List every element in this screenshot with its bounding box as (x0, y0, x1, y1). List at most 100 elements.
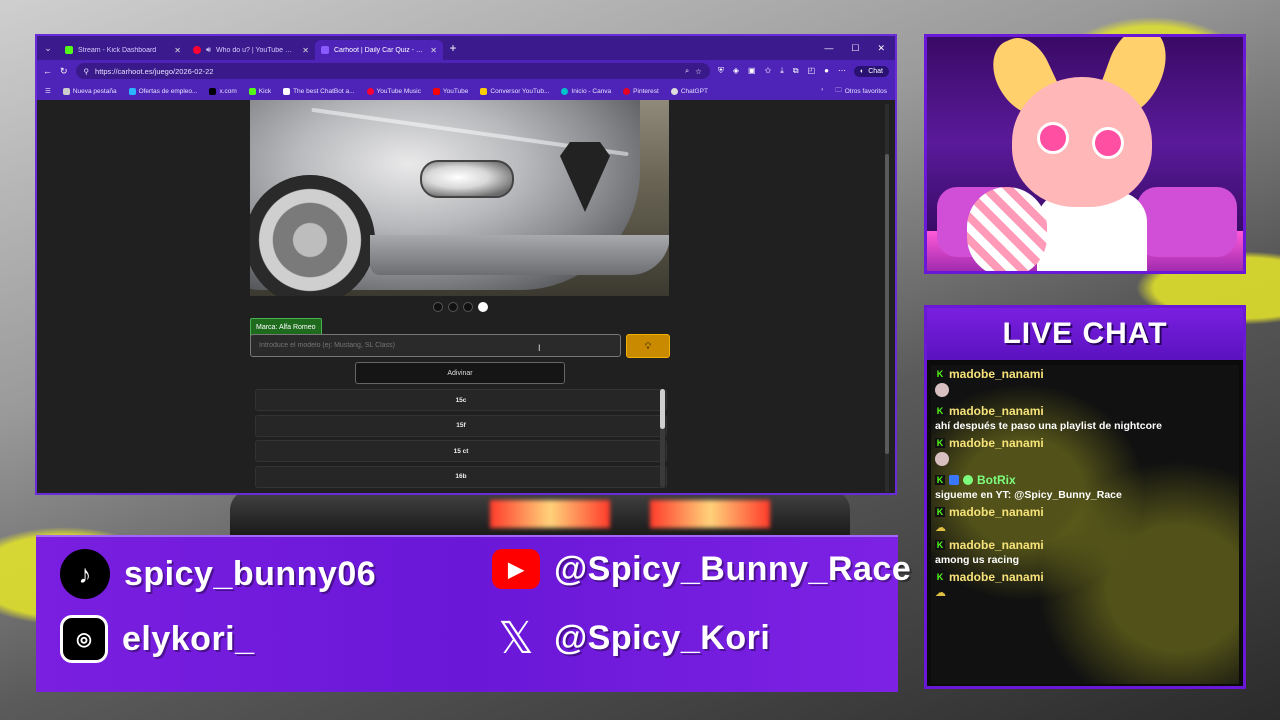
url-box[interactable]: ⚲ https://carhoot.es/juego/2026-02-22 ⌕ … (75, 63, 710, 79)
username-text: madobe_nanami (949, 570, 1044, 584)
page-scrollbar[interactable] (885, 104, 889, 492)
avatar-eye (1092, 127, 1124, 159)
chat-username: Kmadobe_nanami (935, 505, 1235, 519)
screenshot-icon[interactable]: ◰ (808, 66, 816, 76)
download-icon[interactable]: ⤓ (780, 66, 784, 76)
suggestion-item[interactable]: 15f (255, 414, 667, 437)
bookmark-item[interactable]: x.com (209, 87, 237, 95)
converter-icon (480, 87, 488, 95)
bookmark-item[interactable]: Conversor YouTub... (480, 87, 550, 95)
extension-icons: ⛨ ◈ ▣ ✩ ⤓ ⧉ ◰ ● ⋯ (718, 66, 846, 76)
avatar-eye (1037, 122, 1069, 154)
more-icon[interactable]: ⋯ (838, 66, 846, 76)
tiktok-handle: ♪ spicy_bunny06 (60, 549, 376, 599)
new-tab-button[interactable]: + (443, 41, 463, 55)
vtuber-avatar-panel (924, 34, 1246, 274)
bookmark-label: Conversor YouTub... (490, 87, 550, 95)
kick-icon: K (935, 507, 945, 517)
favorites-icon[interactable]: ✩ (765, 66, 772, 76)
bookmark-item[interactable]: Ofertas de empleo... (128, 87, 197, 95)
x-text: @Spicy_Kori (554, 618, 771, 657)
chat-message: Kmadobe_nanami among us racing (931, 536, 1239, 568)
bookmark-item[interactable]: Inicio - Canva (561, 87, 611, 95)
suggestion-list: 15c 15f 15 ct 16b (255, 389, 667, 489)
suggestion-item[interactable]: 15 ct (255, 440, 667, 462)
guess-button[interactable]: Adivinar (355, 362, 565, 384)
chat-title: LIVE CHAT (927, 308, 1243, 360)
reload-icon[interactable]: ↻ (60, 66, 68, 77)
tail-light (490, 500, 610, 528)
star-icon[interactable]: ☆ (695, 67, 702, 76)
bookmark-item[interactable]: YouTube Music (366, 87, 421, 95)
username-text: madobe_nanami (949, 505, 1044, 519)
bookmark-label: Nueva pestaña (72, 87, 117, 95)
photo-dot[interactable] (448, 302, 458, 312)
tail-light (650, 500, 770, 528)
close-icon[interactable]: ✕ (430, 46, 437, 55)
kick-icon: K (935, 475, 945, 485)
avatar-emote-icon (935, 383, 949, 397)
scroll-thumb[interactable] (660, 389, 665, 429)
chat-username: Kmadobe_nanami (935, 538, 1235, 552)
bookmark-item[interactable]: ChatGPT (670, 87, 708, 95)
x-handle: 𝕏 @Spicy_Kori (492, 613, 770, 663)
avatar-arm (967, 187, 1047, 271)
suggestion-item[interactable]: 15c (255, 389, 667, 411)
photo-dot[interactable] (463, 302, 473, 312)
suggestion-scrollbar[interactable] (660, 389, 665, 487)
profile-avatar[interactable]: ● (824, 66, 829, 76)
model-input[interactable] (250, 334, 621, 357)
close-window-icon[interactable]: ✕ (877, 43, 885, 54)
tab-carhoot[interactable]: Carhoot | Daily Car Quiz - Guess th ✕ (315, 40, 443, 60)
chat-message: Kmadobe_nanami (931, 434, 1239, 471)
site-info-icon[interactable]: ⚲ (84, 67, 90, 76)
kick-icon (248, 87, 256, 95)
maximize-icon[interactable]: ☐ (851, 43, 859, 54)
photo-dot[interactable] (433, 302, 443, 312)
car-headlight (420, 160, 514, 198)
chat-message: Kmadobe_nanami ahí después te paso una p… (931, 402, 1239, 434)
close-icon[interactable]: ✕ (302, 46, 309, 55)
speaker-icon[interactable]: 🔊︎ (206, 45, 211, 55)
bookmark-label: YouTube (442, 87, 469, 95)
copilot-chat-button[interactable]: ◐ Chat (853, 65, 889, 77)
extension-icon[interactable]: ◈ (733, 66, 739, 76)
back-icon[interactable]: ← (43, 66, 52, 76)
scroll-thumb[interactable] (885, 154, 889, 454)
bookmark-item[interactable]: Kick (248, 87, 271, 95)
other-favorites[interactable]: 🗀︎ Otros favoritos (835, 86, 887, 97)
bookmark-item[interactable]: Nueva pestaña (62, 87, 117, 95)
split-icon[interactable]: ▣ (748, 66, 756, 76)
tab-list-chevron-icon[interactable]: ⌄ (37, 43, 59, 54)
hint-button[interactable]: 💡︎ (626, 334, 670, 358)
collections-icon[interactable]: ⧉ (793, 66, 799, 76)
kick-icon: K (935, 438, 945, 448)
bookmark-item[interactable]: YouTube (432, 87, 469, 95)
chevron-right-icon[interactable]: › (821, 86, 823, 97)
bookmark-item[interactable]: Pinterest (623, 87, 659, 95)
close-icon[interactable]: ✕ (174, 46, 181, 55)
avatar-emote-icon (935, 452, 949, 466)
bookmarks-menu-icon[interactable]: ☰ (45, 87, 51, 95)
minimize-icon[interactable]: — (824, 43, 833, 54)
photo-pagination (433, 302, 488, 312)
username-text: BotRix (977, 473, 1016, 487)
username-text: madobe_nanami (949, 404, 1044, 418)
photo-dot-active[interactable] (478, 302, 488, 312)
tab-label: Stream - Kick Dashboard (78, 46, 157, 54)
chat-text: ahí después te paso una playlist de nigh… (935, 420, 1162, 432)
kick-icon: K (935, 369, 945, 379)
canva-icon (561, 87, 569, 95)
chat-button-label: Chat (868, 67, 883, 75)
suggestion-item[interactable]: 16b (255, 465, 667, 488)
instagram-handle: ◎ elykori_ (60, 615, 255, 663)
tab-youtube-music[interactable]: 🔊︎ Who do u? | YouTube Music ✕ (187, 40, 315, 60)
shield-icon[interactable]: ⛨ (718, 66, 724, 76)
search-icon[interactable]: ⌕ (685, 66, 689, 76)
x-icon: 𝕏 (498, 613, 534, 663)
chat-text: among us racing (935, 554, 1020, 566)
bookmark-item[interactable]: The best ChatBot a... (283, 87, 355, 95)
kick-icon (65, 46, 73, 54)
chatgpt-icon (670, 87, 678, 95)
tab-kick-dashboard[interactable]: Stream - Kick Dashboard ✕ (59, 40, 187, 60)
